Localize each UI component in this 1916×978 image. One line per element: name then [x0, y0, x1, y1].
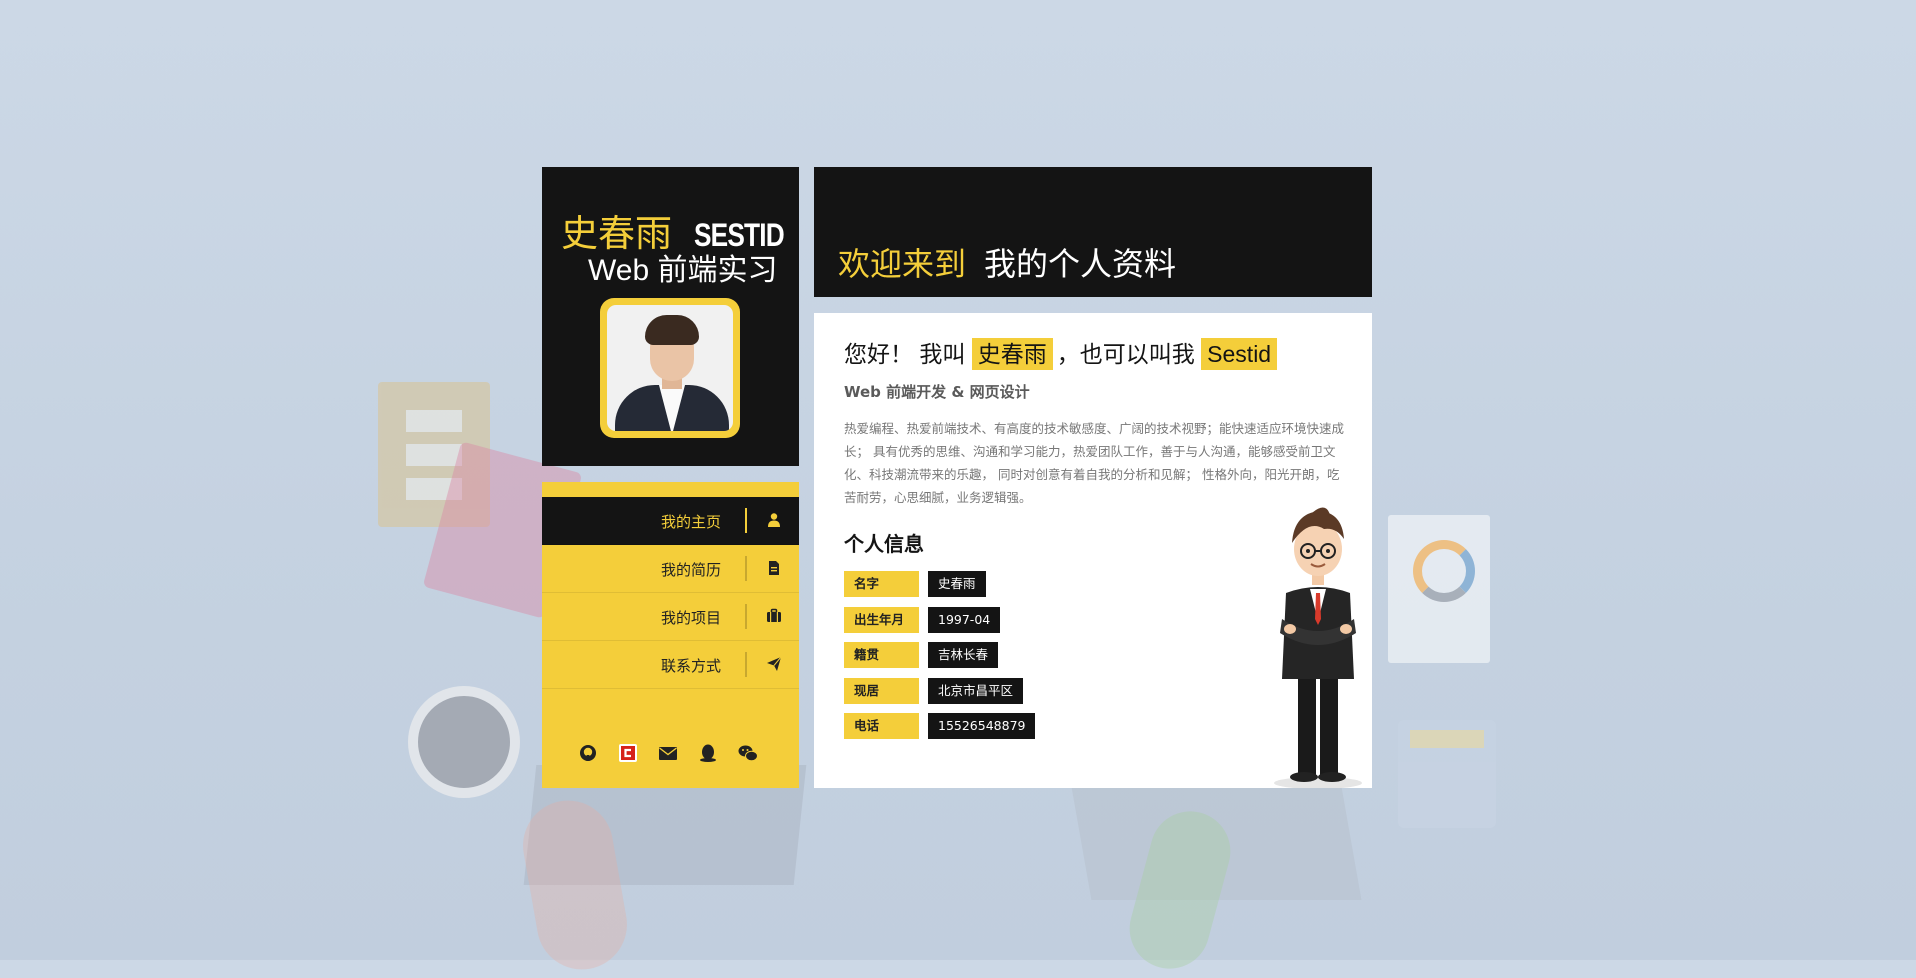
- nav-item-home[interactable]: 我的主页: [542, 497, 799, 545]
- sidebar-header: 史春雨 SESTID Web 前端实习: [542, 167, 799, 466]
- social-links: [577, 742, 777, 766]
- document-icon: [769, 561, 779, 575]
- paper-plane-icon: [767, 656, 782, 671]
- divider: [745, 652, 747, 677]
- hand-illustration: [1120, 802, 1240, 978]
- user-icon: [768, 513, 780, 527]
- wechat-icon[interactable]: [737, 742, 759, 764]
- section-title: 个人信息: [844, 532, 924, 556]
- info-key: 籍贯: [844, 642, 919, 668]
- github-icon[interactable]: [577, 742, 599, 764]
- clipboard-illustration: [378, 382, 490, 527]
- profile-content: 您好！ 我叫 史春雨 ，也可以叫我 Sestid Web 前端开发 & 网页设计 …: [814, 313, 1372, 788]
- briefcase-icon: [767, 608, 781, 622]
- divider: [745, 556, 747, 581]
- nav-item-contact[interactable]: 联系方式: [542, 641, 799, 689]
- avatar: [600, 298, 740, 438]
- info-key: 现居: [844, 677, 919, 704]
- avatar-photo: [607, 305, 733, 431]
- profile-card: 史春雨 SESTID Web 前端实习 我的主页 我的简历 我的项目 联系方式 …: [542, 167, 1372, 788]
- coffee-cup-illustration: [408, 686, 520, 798]
- laptop-illustration: [1068, 770, 1362, 900]
- cartoon-character: [1274, 507, 1362, 788]
- divider: [745, 508, 747, 533]
- greeting: 您好！ 我叫 史春雨 ，也可以叫我 Sestid: [844, 335, 1278, 370]
- info-value: 15526548879: [928, 713, 1036, 739]
- bio-paragraph: 热爱编程、热爱前端技术、有高度的技术敏感度、广阔的技术视野；能快速适应环境快速成…: [844, 421, 1345, 505]
- welcome-heading: 欢迎来到 我的个人资料: [838, 239, 1176, 285]
- info-key: 电话: [844, 713, 919, 739]
- report-illustration: [1388, 515, 1490, 663]
- welcome-prefix: 欢迎来到: [838, 246, 967, 282]
- welcome-title: 我的个人资料: [984, 246, 1177, 282]
- subtitle: Web 前端开发 & 网页设计: [844, 383, 1030, 401]
- nav-item-label: 我的主页: [660, 513, 721, 531]
- csdn-icon[interactable]: [617, 742, 639, 764]
- info-value: 吉林长春: [928, 642, 999, 668]
- qq-icon[interactable]: [697, 742, 719, 764]
- info-value: 1997-04: [928, 606, 1001, 633]
- sidebar-nav: 我的主页 我的简历 我的项目 联系方式: [542, 482, 799, 788]
- hand-illustration: [515, 793, 635, 977]
- info-value: 史春雨: [928, 571, 986, 597]
- welcome-banner: 欢迎来到 我的个人资料: [814, 167, 1372, 297]
- info-key: 出生年月: [844, 606, 919, 633]
- greeting-text: 您好！ 我叫: [844, 341, 966, 367]
- highlight-nickname: Sestid: [1201, 338, 1278, 370]
- info-key: 名字: [844, 571, 919, 597]
- nav-item-resume[interactable]: 我的简历: [542, 545, 799, 593]
- job-title: Web 前端实习: [588, 254, 778, 287]
- highlight-name: 史春雨: [971, 338, 1053, 370]
- nav-item-label: 我的简历: [660, 561, 721, 579]
- nav-item-label: 我的项目: [660, 609, 721, 627]
- donut-chart-illustration: [1413, 540, 1475, 602]
- nav-item-projects[interactable]: 我的项目: [542, 593, 799, 641]
- calculator-illustration: [1398, 720, 1496, 828]
- divider: [745, 604, 747, 629]
- email-icon[interactable]: [657, 742, 679, 764]
- info-value: 北京市昌平区: [928, 677, 1024, 704]
- nav-item-label: 联系方式: [660, 657, 721, 675]
- nav-menu: 我的主页 我的简历 我的项目 联系方式: [542, 497, 799, 689]
- greeting-text: ，也可以叫我: [1056, 341, 1195, 367]
